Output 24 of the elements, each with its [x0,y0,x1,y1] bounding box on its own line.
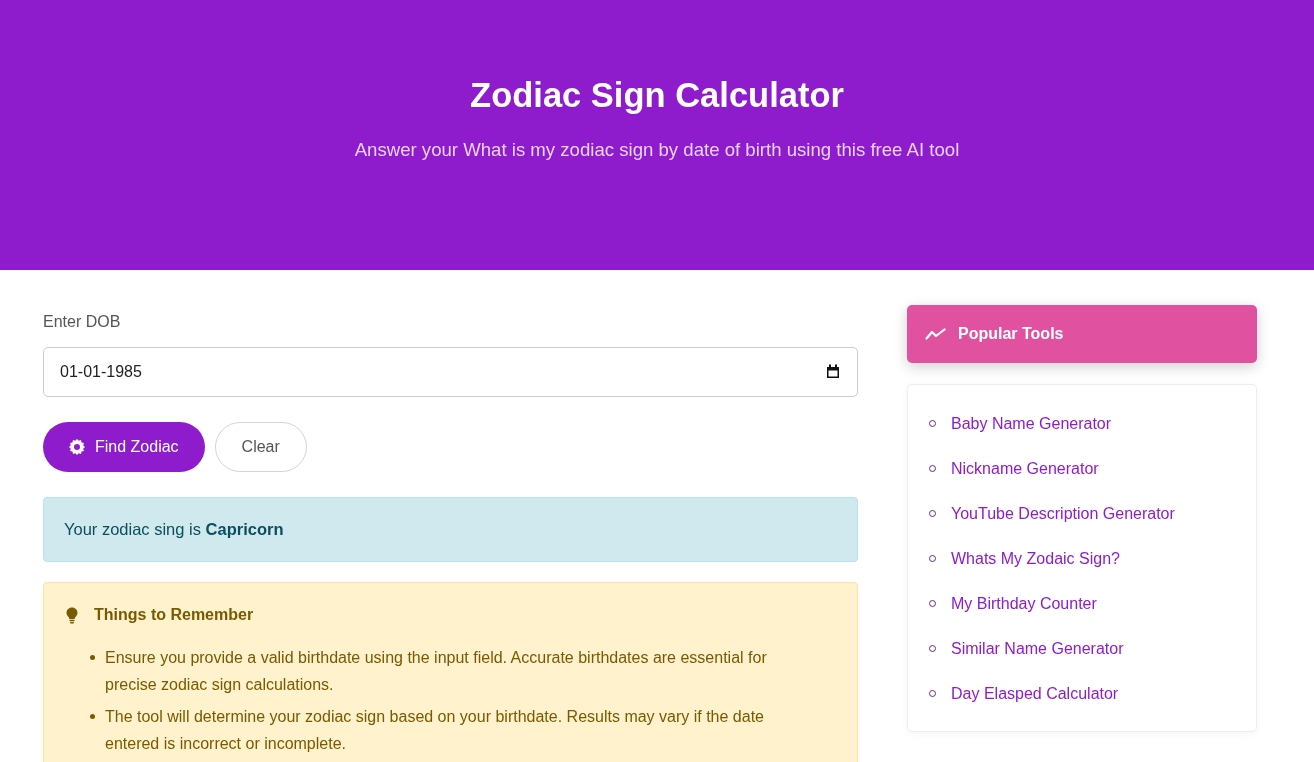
clear-button[interactable]: Clear [214,422,307,472]
popular-tools-title: Popular Tools [958,324,1064,344]
tool-link[interactable]: Day Elasped Calculator [951,681,1119,706]
note-text: The tool will determine your zodiac sign based on your birthdate. Results may vary if the date entered is incorrect or incomplete. [105,707,765,754]
dob-label: Enter DOB [43,312,121,332]
bullet-icon [90,714,95,719]
result-message: Your zodiac sing is Capricorn [64,519,284,541]
page-subtitle: Answer your What is my zodiac sign by date of birth using this free AI tool [354,138,960,162]
find-zodiac-button[interactable]: Find Zodiac [43,422,205,472]
tool-link[interactable]: My Birthday Counter [951,591,1097,616]
lightbulb-icon [66,606,78,624]
chart-line-icon [925,328,946,340]
notes-heading: Things to Remember [94,605,254,625]
rosette-icon [69,439,85,455]
calendar-icon[interactable] [826,364,840,379]
tool-link[interactable]: Whats My Zodaic Sign? [951,546,1120,571]
page-title: Zodiac Sign Calculator [470,75,844,116]
tool-link[interactable]: Baby Name Generator [951,411,1112,436]
note-text: Ensure you provide a valid birthdate using the input field. Accurate birthdates are essential for precise zodiac sign calculations. [105,648,768,695]
bullet-icon [90,655,95,660]
tool-link[interactable]: YouTube Description Generator [951,501,1175,526]
tool-link[interactable]: Similar Name Generator [951,636,1124,661]
date-field[interactable]: 01-01-1985 [43,347,858,397]
tool-link[interactable]: Nickname Generator [951,456,1099,481]
